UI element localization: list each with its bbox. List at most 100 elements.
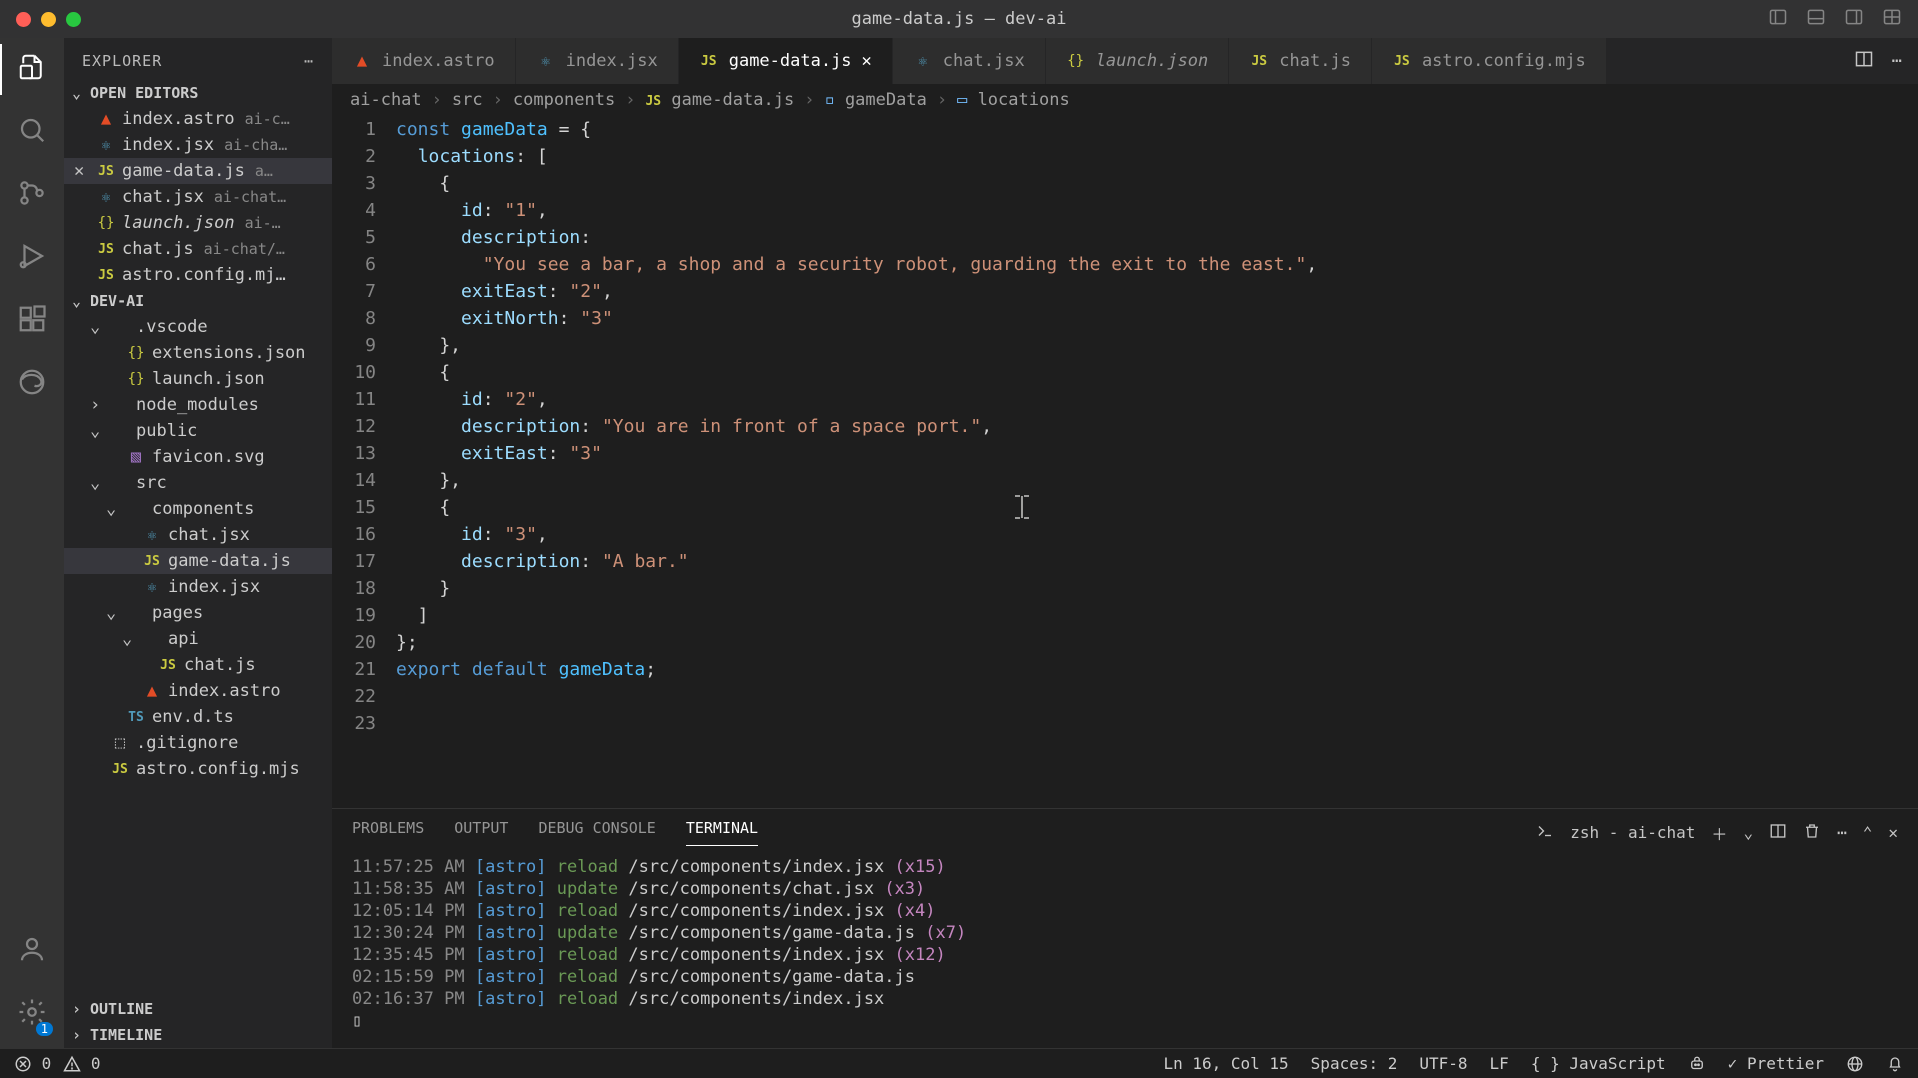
editor-tab[interactable]: JSastro.config.mjs xyxy=(1372,38,1607,84)
account-icon[interactable] xyxy=(17,934,47,969)
file-item[interactable]: TSenv.d.ts xyxy=(64,704,332,730)
search-icon[interactable] xyxy=(17,115,47,150)
file-item[interactable]: {}extensions.json xyxy=(64,340,332,366)
file-item[interactable]: ▧favicon.svg xyxy=(64,444,332,470)
folder-item[interactable]: ⌄components xyxy=(64,496,332,522)
breadcrumb[interactable]: ai-chat›src›components›JS game-data.js›▫… xyxy=(332,84,1918,116)
folder-item[interactable]: ⌄.vscode xyxy=(64,314,332,340)
window-close-button[interactable] xyxy=(16,12,31,27)
breadcrumb-item[interactable]: ai-chat xyxy=(350,90,422,110)
more-icon[interactable]: ⋯ xyxy=(304,52,314,70)
split-terminal-icon[interactable] xyxy=(1769,822,1787,844)
editor-tab[interactable]: ⚛chat.jsx xyxy=(893,38,1046,84)
panel-left-icon[interactable] xyxy=(1768,7,1788,32)
panel-tab[interactable]: OUTPUT xyxy=(454,819,508,846)
status-spaces[interactable]: Spaces: 2 xyxy=(1311,1054,1398,1073)
terminal-line: 11:57:25 AM [astro] reload /src/componen… xyxy=(352,856,1898,878)
terminal-line: 11:58:35 AM [astro] update /src/componen… xyxy=(352,878,1898,900)
open-editor-item[interactable]: ⚛chat.jsxai-chat… xyxy=(64,184,332,210)
file-item[interactable]: {}launch.json xyxy=(64,366,332,392)
editor-tab[interactable]: JSchat.js xyxy=(1229,38,1372,84)
layout-grid-icon[interactable] xyxy=(1882,7,1902,32)
close-panel-icon[interactable]: ✕ xyxy=(1888,823,1898,842)
traffic-lights xyxy=(16,12,81,27)
breadcrumb-item[interactable]: ▫ gameData xyxy=(824,90,926,110)
explorer-title: EXPLORER xyxy=(82,52,162,70)
status-language[interactable]: { } JavaScript xyxy=(1531,1054,1666,1073)
panel-tab[interactable]: DEBUG CONSOLE xyxy=(538,819,655,846)
open-editors-header[interactable]: ⌄OPEN EDITORS xyxy=(64,80,332,106)
explorer-icon[interactable] xyxy=(17,52,47,87)
terminal-line: 02:15:59 PM [astro] reload /src/componen… xyxy=(352,966,1898,988)
open-editor-item[interactable]: ▲index.astroai-c… xyxy=(64,106,332,132)
edge-icon[interactable] xyxy=(17,367,47,402)
window-maximize-button[interactable] xyxy=(66,12,81,27)
terminal-shell-icon[interactable] xyxy=(1536,822,1554,844)
status-encoding[interactable]: UTF-8 xyxy=(1419,1054,1467,1073)
more-icon[interactable]: ⋯ xyxy=(1892,51,1902,71)
panel-tab[interactable]: TERMINAL xyxy=(686,819,758,846)
panel-bottom-icon[interactable] xyxy=(1806,7,1826,32)
status-position[interactable]: Ln 16, Col 15 xyxy=(1163,1054,1288,1073)
more-icon[interactable]: ⋯ xyxy=(1837,823,1847,842)
folder-item[interactable]: ›node_modules xyxy=(64,392,332,418)
window-minimize-button[interactable] xyxy=(41,12,56,27)
activity-bar: 1 xyxy=(0,38,64,1048)
status-prettier[interactable]: ✓ Prettier xyxy=(1728,1054,1824,1073)
project-header[interactable]: ⌄DEV-AI xyxy=(64,288,332,314)
panel-right-icon[interactable] xyxy=(1844,7,1864,32)
breadcrumb-item[interactable]: JS game-data.js xyxy=(645,90,794,110)
file-item[interactable]: ⬚.gitignore xyxy=(64,730,332,756)
window-title: game-data.js — dev-ai xyxy=(852,9,1067,29)
status-bell-icon[interactable] xyxy=(1886,1054,1904,1074)
extensions-icon[interactable] xyxy=(17,304,47,339)
close-tab-icon[interactable]: ✕ xyxy=(862,51,872,71)
status-feedback-icon[interactable] xyxy=(1846,1054,1864,1074)
breadcrumb-item[interactable]: ▭ locations xyxy=(957,90,1070,110)
status-copilot-icon[interactable] xyxy=(1688,1054,1706,1074)
status-eol[interactable]: LF xyxy=(1490,1054,1509,1073)
open-editor-item[interactable]: {}launch.jsonai-… xyxy=(64,210,332,236)
terminal-line: 02:16:37 PM [astro] reload /src/componen… xyxy=(352,988,1898,1010)
terminal-line: 12:05:14 PM [astro] reload /src/componen… xyxy=(352,900,1898,922)
bottom-panel: PROBLEMS OUTPUT DEBUG CONSOLE TERMINAL zsh … xyxy=(332,808,1918,1048)
split-editor-icon[interactable] xyxy=(1854,49,1874,74)
open-editor-item[interactable]: JSastro.config.mj… xyxy=(64,262,332,288)
breadcrumb-item[interactable]: components xyxy=(513,90,615,110)
file-item[interactable]: ⚛chat.jsx xyxy=(64,522,332,548)
status-errors[interactable]: 0 xyxy=(14,1054,51,1074)
editor-tab[interactable]: ⚛index.jsx xyxy=(516,38,679,84)
panel-tab[interactable]: PROBLEMS xyxy=(352,819,424,846)
status-warnings[interactable]: 0 xyxy=(63,1054,100,1074)
sidebar: EXPLORER ⋯ ⌄OPEN EDITORS ▲index.astroai-… xyxy=(64,38,332,1048)
new-terminal-icon[interactable]: ＋ xyxy=(1711,821,1727,845)
kill-terminal-icon[interactable] xyxy=(1803,822,1821,844)
file-item[interactable]: JSgame-data.js xyxy=(64,548,332,574)
folder-item[interactable]: ⌄api xyxy=(64,626,332,652)
terminal-label[interactable]: zsh - ai-chat xyxy=(1570,823,1695,842)
run-debug-icon[interactable] xyxy=(17,241,47,276)
settings-icon[interactable]: 1 xyxy=(17,997,47,1032)
file-item[interactable]: ⚛index.jsx xyxy=(64,574,332,600)
terminal-line: 12:30:24 PM [astro] update /src/componen… xyxy=(352,922,1898,944)
file-item[interactable]: JSastro.config.mjs xyxy=(64,756,332,782)
outline-header[interactable]: ›OUTLINE xyxy=(64,996,332,1022)
file-item[interactable]: JSchat.js xyxy=(64,652,332,678)
breadcrumb-item[interactable]: src xyxy=(452,90,483,110)
terminal-dropdown-icon[interactable]: ⌄ xyxy=(1743,823,1753,842)
code-editor[interactable]: 1234567891011121314151617181920212223 co… xyxy=(332,116,1918,808)
tab-bar: ▲index.astro⚛index.jsxJSgame-data.js✕⚛ch… xyxy=(332,38,1918,84)
folder-item[interactable]: ⌄public xyxy=(64,418,332,444)
folder-item[interactable]: ⌄pages xyxy=(64,600,332,626)
timeline-header[interactable]: ›TIMELINE xyxy=(64,1022,332,1048)
editor-tab[interactable]: ▲index.astro xyxy=(332,38,516,84)
file-item[interactable]: ▲index.astro xyxy=(64,678,332,704)
folder-item[interactable]: ⌄src xyxy=(64,470,332,496)
open-editor-item[interactable]: JSchat.jsai-chat/… xyxy=(64,236,332,262)
source-control-icon[interactable] xyxy=(17,178,47,213)
open-editor-item[interactable]: ⚛index.jsxai-cha… xyxy=(64,132,332,158)
maximize-panel-icon[interactable]: ⌃ xyxy=(1863,823,1873,842)
editor-tab[interactable]: JSgame-data.js✕ xyxy=(679,38,893,84)
editor-tab[interactable]: {}launch.json xyxy=(1046,38,1230,84)
open-editor-item[interactable]: ✕JSgame-data.jsa… xyxy=(64,158,332,184)
